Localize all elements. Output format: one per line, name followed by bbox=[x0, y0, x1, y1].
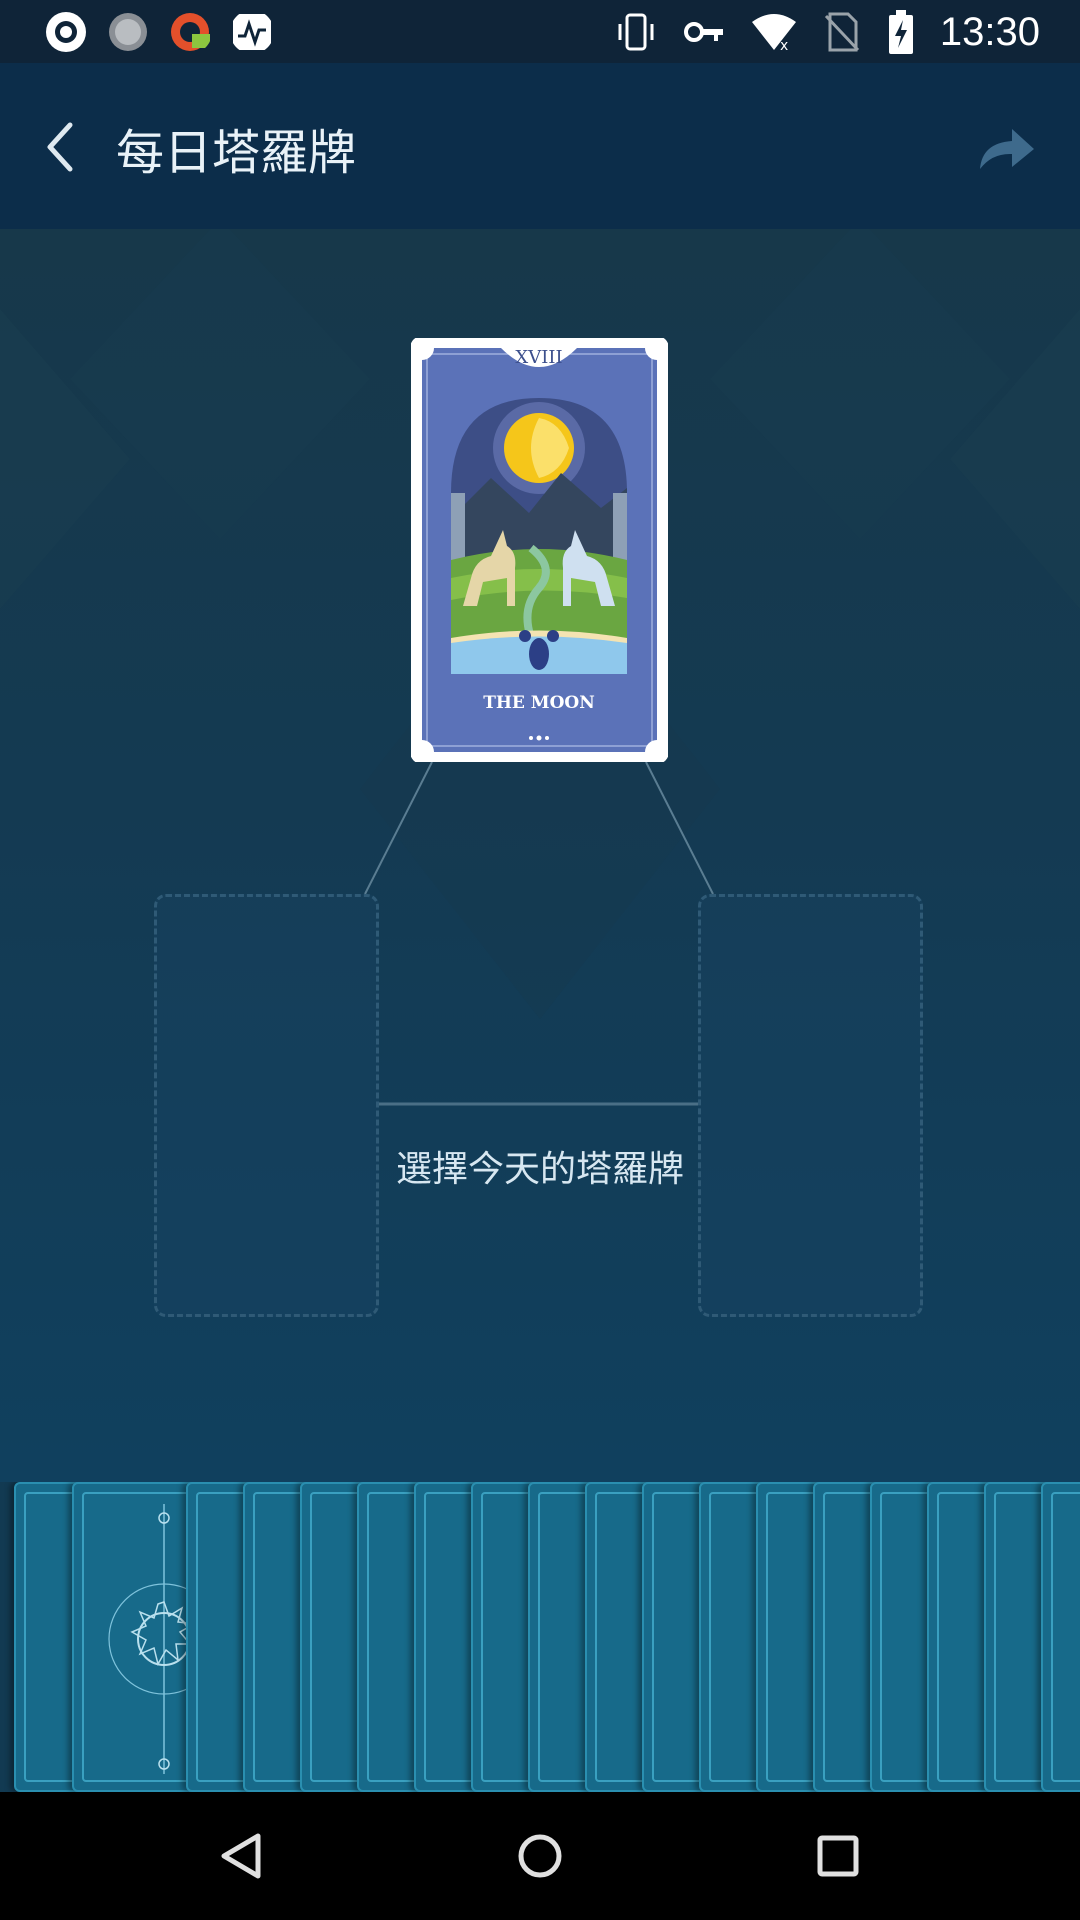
no-sim-icon bbox=[824, 12, 859, 52]
card-numeral: XVIII bbox=[515, 347, 562, 368]
recents-square-icon[interactable] bbox=[802, 1820, 874, 1892]
app-icon-3 bbox=[171, 13, 210, 51]
vpn-key-icon bbox=[683, 22, 723, 42]
wifi-icon: x bbox=[751, 14, 796, 54]
status-time: 13:30 bbox=[939, 9, 1040, 54]
status-left-icons bbox=[44, 10, 274, 54]
svg-text:x: x bbox=[780, 38, 788, 54]
the-moon-card-art: XVIII THE MOON bbox=[410, 336, 669, 764]
choose-card-prompt: 選擇今天的塔羅牌 bbox=[395, 1149, 684, 1190]
status-bar: x 13:30 bbox=[0, 0, 1080, 63]
tarot-spread-area: XVIII THE MOON 選擇今天的塔羅牌 bbox=[0, 229, 1080, 1482]
card-slot-left[interactable] bbox=[154, 894, 379, 1317]
app-bar: 每日塔羅牌 bbox=[0, 63, 1080, 229]
app-icon-1 bbox=[46, 12, 86, 52]
tarot-deck[interactable] bbox=[0, 1482, 1080, 1792]
activity-icon bbox=[233, 14, 271, 50]
share-arrow-icon[interactable] bbox=[974, 121, 1038, 175]
card-name: THE MOON bbox=[483, 693, 595, 713]
page-title: 每日塔羅牌 bbox=[116, 125, 357, 181]
back-arrow-icon[interactable] bbox=[28, 111, 100, 183]
home-circle-icon[interactable] bbox=[504, 1820, 576, 1892]
battery-charging-icon bbox=[888, 10, 913, 54]
app-icon-2 bbox=[109, 13, 147, 51]
selected-tarot-card[interactable]: XVIII THE MOON bbox=[410, 336, 669, 764]
card-slot-right[interactable] bbox=[698, 894, 923, 1317]
system-nav-bar bbox=[0, 1792, 1080, 1920]
back-triangle-icon[interactable] bbox=[206, 1820, 278, 1892]
status-right-icons: x 13:30 bbox=[614, 8, 1040, 56]
deck-card[interactable] bbox=[1041, 1482, 1080, 1792]
vibrate-icon bbox=[618, 13, 654, 51]
